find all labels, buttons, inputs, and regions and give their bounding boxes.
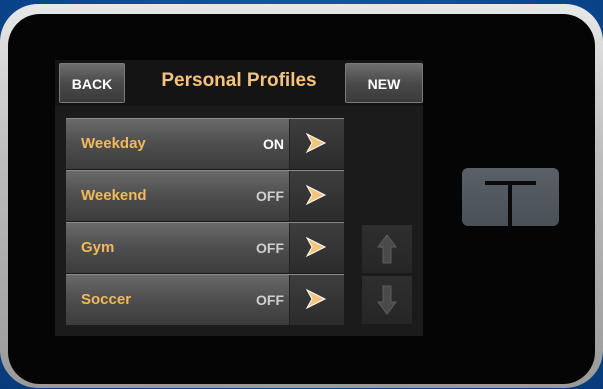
profile-open-button[interactable] [289, 171, 344, 221]
profile-name: Gym [81, 239, 115, 256]
profile-name: Soccer [81, 291, 132, 308]
device-t-button[interactable] [462, 168, 559, 226]
profile-row-weekend[interactable]: Weekend OFF [66, 170, 344, 221]
profile-row-weekday[interactable]: Weekday ON [66, 118, 344, 169]
profile-row-gym[interactable]: Gym OFF [66, 222, 344, 273]
play-arrow-icon [305, 132, 327, 154]
back-button[interactable]: BACK [59, 63, 125, 103]
scroll-up-button[interactable] [362, 225, 412, 273]
new-profile-button[interactable]: NEW [345, 63, 423, 103]
screen-header: BACK Personal Profiles NEW [55, 60, 423, 106]
arrow-down-icon [377, 285, 397, 315]
touch-screen: BACK Personal Profiles NEW Weekday ON We… [55, 60, 423, 336]
profile-open-button[interactable] [289, 275, 344, 325]
page-title: Personal Profiles [161, 70, 317, 91]
profile-open-button[interactable] [289, 119, 344, 169]
scroll-down-button[interactable] [362, 276, 412, 324]
profile-status: OFF [256, 188, 284, 204]
play-arrow-icon [305, 288, 327, 310]
play-arrow-icon [305, 236, 327, 258]
arrow-up-icon [377, 234, 397, 264]
profile-row-soccer[interactable]: Soccer OFF [66, 274, 344, 325]
profile-status: OFF [256, 292, 284, 308]
play-arrow-icon [305, 184, 327, 206]
profile-name: Weekday [81, 135, 146, 152]
profile-open-button[interactable] [289, 223, 344, 273]
profile-status: OFF [256, 240, 284, 256]
profile-name: Weekend [81, 187, 147, 204]
profile-status: ON [263, 136, 284, 152]
t-logo-icon [485, 181, 536, 226]
